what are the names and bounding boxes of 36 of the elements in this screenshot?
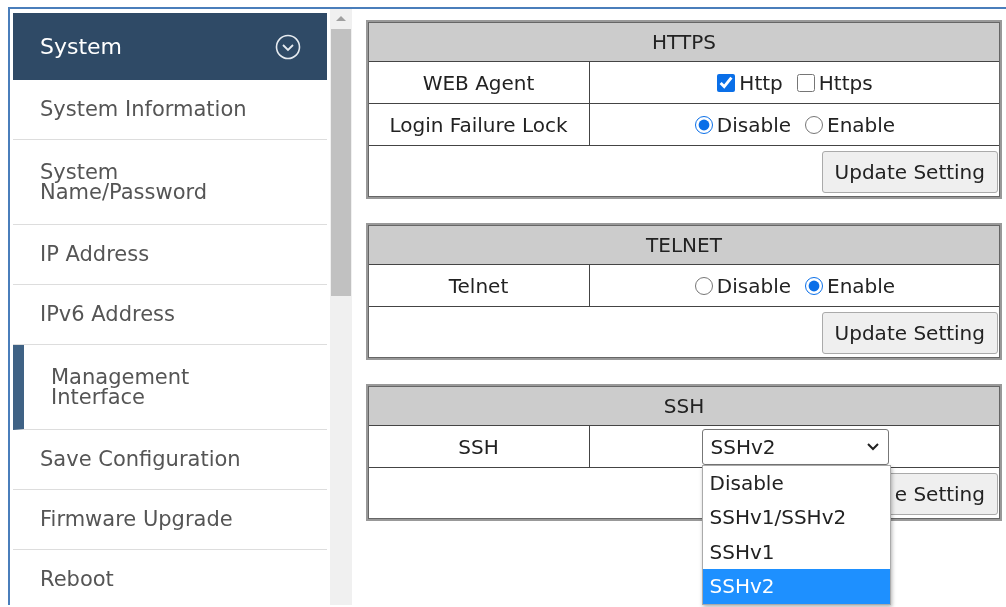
sidebar-item[interactable]: Save Configuration <box>13 430 327 490</box>
checkbox-label: Https <box>818 70 873 95</box>
chevron-down-icon <box>865 441 880 452</box>
radio-button[interactable] <box>805 276 824 295</box>
chevron-circle-icon[interactable] <box>275 33 301 60</box>
radio-button[interactable] <box>694 115 713 134</box>
dropdown-option[interactable]: SSHv1 <box>702 534 890 569</box>
sidebar-item[interactable]: IPv6 Address <box>13 285 327 345</box>
scrollbar-thumb[interactable] <box>331 29 351 296</box>
radio-label: Disable <box>716 273 792 298</box>
checkbox[interactable] <box>717 73 736 92</box>
sidebar-item[interactable]: System Information <box>13 80 327 140</box>
field-label: Login Failure Lock <box>368 104 590 145</box>
scrollbar[interactable] <box>330 9 352 605</box>
checkbox-label: Http <box>739 70 783 95</box>
dropdown[interactable]: SSHv2 <box>701 428 889 465</box>
update-setting-button[interactable]: Update Setting <box>821 150 998 193</box>
radio-label: Disable <box>716 112 792 137</box>
sidebar-header-label: System <box>40 34 123 59</box>
radio-label: Enable <box>827 112 896 137</box>
update-setting-button[interactable]: Update Setting <box>821 311 998 354</box>
sidebar-item[interactable]: Reboot <box>13 550 327 607</box>
section-title: SSH <box>368 386 1000 426</box>
radio-label: Enable <box>827 273 896 298</box>
radio-button[interactable] <box>805 115 824 134</box>
radio-button[interactable] <box>694 276 713 295</box>
section-title: TELNET <box>368 225 1000 265</box>
field-label: Telnet <box>368 265 590 306</box>
sidebar-item[interactable]: IP Address <box>13 225 327 285</box>
sidebar-item[interactable]: Firmware Upgrade <box>13 490 327 550</box>
section-title: HTTPS <box>368 22 1000 62</box>
field-label: WEB Agent <box>368 62 590 103</box>
sidebar-header[interactable]: System <box>13 13 327 80</box>
sidebar-item[interactable]: System Name/Password <box>13 140 327 225</box>
checkbox[interactable] <box>796 73 815 92</box>
field-label: SSH <box>368 426 590 467</box>
